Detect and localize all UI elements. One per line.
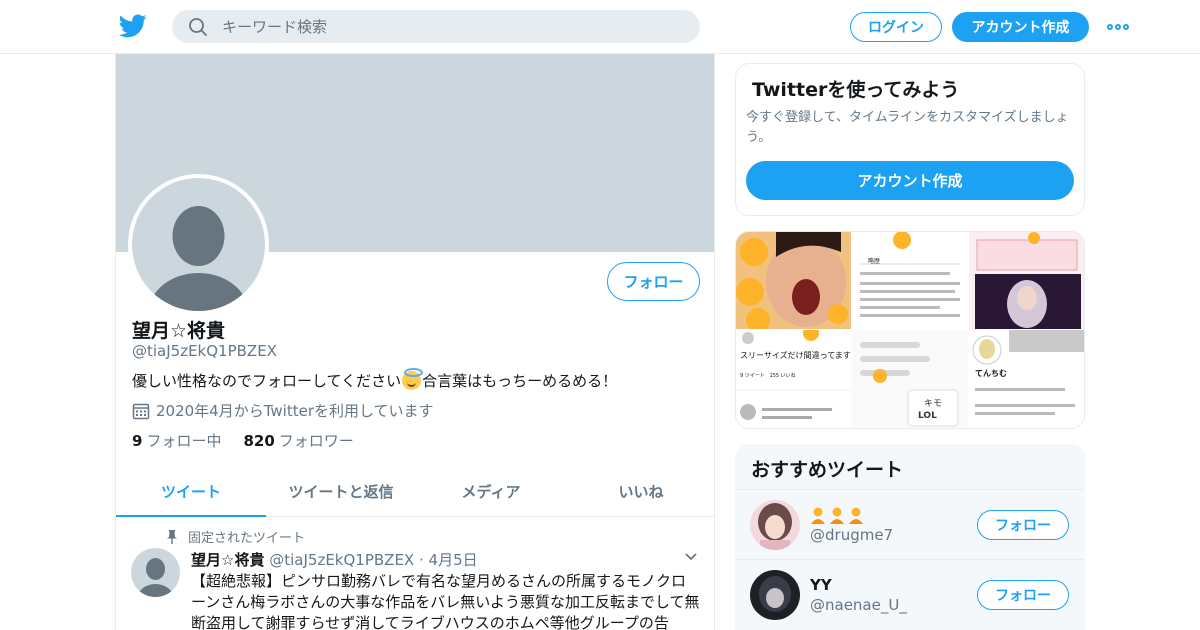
tweet-header: 望月☆将貴 @tiaJ5zEkQ1PBZEX · 4月5日	[191, 549, 478, 570]
calendar-icon	[132, 403, 150, 419]
tweet-author-handle[interactable]: @tiaJ5zEkQ1PBZEX	[269, 551, 414, 569]
twitter-logo-icon[interactable]	[119, 13, 147, 39]
tab-likes[interactable]: いいね	[566, 466, 714, 516]
tweet-separator: ·	[418, 551, 424, 569]
signup-promo-description: 今すぐ登録して、タイムラインをカスタマイズしましょう。	[746, 110, 1069, 145]
tab-tweets[interactable]: ツイート	[116, 466, 266, 517]
pin-icon	[167, 529, 177, 544]
pinned-tweet-label: 固定されたツイート	[166, 527, 305, 546]
profile-joined: 2020年4月からTwitterを利用しています	[132, 400, 434, 421]
media-text-history: 略歴	[868, 258, 881, 265]
avatar[interactable]	[750, 570, 800, 620]
media-tweet-caption: スリーサイズだけ間違ってます...	[740, 351, 851, 360]
following-stat[interactable]: 9 フォロー中	[132, 430, 221, 451]
tab-media[interactable]: メディア	[416, 466, 566, 516]
recommended-handle[interactable]: @drugme7	[810, 526, 893, 544]
tweet-author-name[interactable]: 望月☆将貴	[191, 551, 264, 569]
signup-promo-box: Twitterを使ってみよう 今すぐ登録して、タイムラインをカスタマイズしましょ…	[735, 63, 1085, 216]
profile-avatar[interactable]	[128, 174, 269, 315]
bio-text-2: 合言葉はもっちーめるめる！	[422, 372, 618, 390]
media-thumbnail[interactable]: てんちむ	[969, 330, 1084, 428]
person-icon	[849, 507, 863, 524]
avatar[interactable]	[750, 500, 800, 550]
media-grid: 略歴 スリーサイズだけ間違ってます... 9 ツイート 155 いいね キモ L…	[735, 231, 1085, 429]
search-box	[172, 10, 700, 43]
tab-tweets-and-replies[interactable]: ツイートと返信	[266, 466, 416, 516]
login-button[interactable]: ログイン	[850, 12, 942, 42]
followers-stat[interactable]: 820 フォロワー	[243, 430, 353, 451]
more-icon[interactable]	[1107, 21, 1131, 33]
media-thumbnail[interactable]: キモ LOL	[852, 330, 968, 428]
person-icon	[830, 507, 844, 524]
signup-promo-title: Twitterを使ってみよう	[752, 79, 960, 101]
profile-stats: 9 フォロー中 820 フォロワー	[132, 430, 354, 451]
profile-name: 望月☆将貴	[132, 320, 226, 342]
media-text-tenchimu: てんちむ	[975, 369, 1007, 378]
tweet-date[interactable]: 4月5日	[429, 551, 478, 569]
chevron-down-icon[interactable]	[684, 549, 698, 563]
recommended-title: おすすめツイート	[751, 459, 904, 481]
tweet-avatar[interactable]	[131, 548, 180, 597]
profile-handle[interactable]: @tiaJ5zEkQ1PBZEX	[132, 342, 277, 360]
recommended-name[interactable]: YY	[810, 576, 832, 594]
recommended-account[interactable]: YY @naenae_U_ フォロー	[735, 559, 1085, 629]
recommended-name[interactable]	[810, 506, 867, 524]
bio-text-1: 優しい性格なのでフォローしてください	[132, 372, 402, 390]
svg-text:LOL: LOL	[918, 411, 937, 421]
signup-button[interactable]: アカウント作成	[952, 12, 1089, 42]
recommended-tweets-box: おすすめツイート @drugme7 フォロー YY @naenae_U_ フォロ…	[735, 444, 1085, 630]
profile-column: フォロー 望月☆将貴 @tiaJ5zEkQ1PBZEX 優しい性格なのでフォロー…	[115, 54, 715, 630]
follow-button[interactable]: フォロー	[607, 262, 700, 301]
default-avatar-icon	[137, 558, 174, 597]
photo-icon	[736, 232, 851, 329]
search-input[interactable]	[222, 10, 682, 43]
signup-promo-button[interactable]: アカウント作成	[746, 161, 1074, 200]
search-icon	[189, 18, 207, 36]
tweet-text: 【超絶悲報】ピンサロ勤務バレで有名な望月めるさんの所属するモノクローンさん梅ラボ…	[191, 572, 700, 630]
smiling-face-with-halo-icon	[402, 368, 424, 390]
joined-text: 2020年4月からTwitterを利用しています	[156, 402, 434, 420]
media-thumbnail[interactable]	[969, 232, 1084, 329]
recommended-handle[interactable]: @naenae_U_	[810, 596, 907, 614]
recommended-account[interactable]: @drugme7 フォロー	[735, 489, 1085, 559]
media-tweet-counts: 9 ツイート 155 いいね	[740, 373, 796, 379]
follow-button[interactable]: フォロー	[977, 510, 1069, 540]
media-thumbnail[interactable]: 略歴	[852, 232, 968, 329]
person-icon	[811, 507, 825, 524]
profile-tabs: ツイート ツイートと返信 メディア いいね	[116, 466, 714, 517]
follow-button[interactable]: フォロー	[977, 580, 1069, 610]
media-thumbnail[interactable]: スリーサイズだけ間違ってます... 9 ツイート 155 いいね	[736, 330, 851, 428]
default-avatar-icon	[148, 206, 249, 311]
svg-text:キモ: キモ	[924, 399, 942, 409]
profile-bio: 優しい性格なのでフォローしてください 合言葉はもっちーめるめる！	[132, 368, 618, 391]
media-thumbnail[interactable]	[736, 232, 851, 329]
top-bar: ログイン アカウント作成	[0, 0, 1200, 54]
